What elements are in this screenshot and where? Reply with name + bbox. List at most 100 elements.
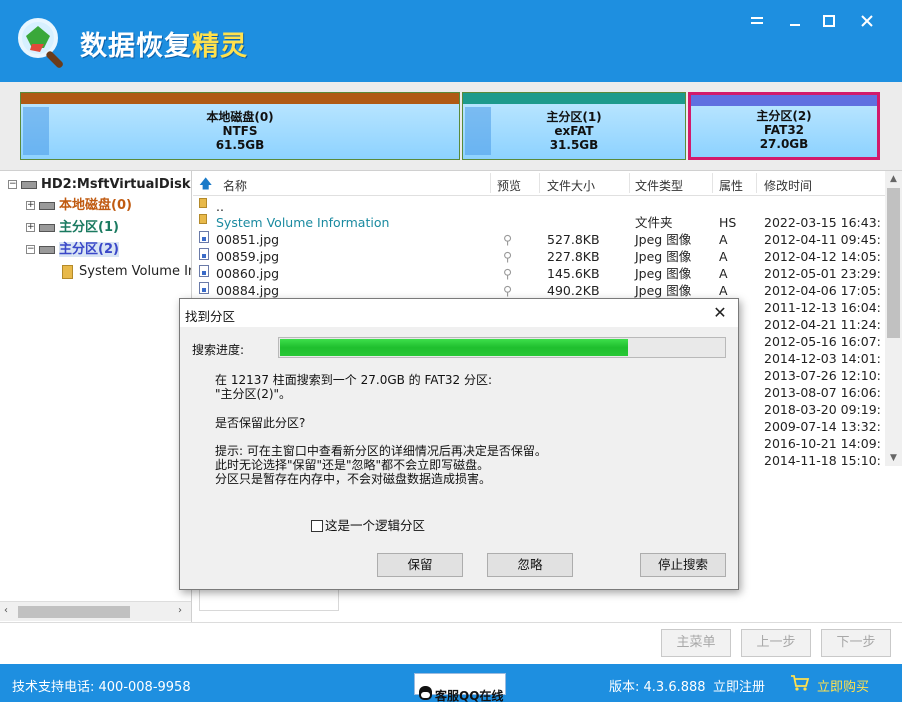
dialog-close-icon[interactable]: ✕ <box>710 303 730 323</box>
title-bar: 数据恢复精灵 <box>0 0 902 82</box>
scroll-right-icon[interactable]: › <box>178 605 182 616</box>
partition-label: 本地磁盘(0) NTFS 61.5GB <box>206 110 274 152</box>
file-mtime: 2018-03-20 09:19: <box>764 402 881 417</box>
keep-button[interactable]: 保留 <box>377 553 463 577</box>
file-size: 527.8KB <box>547 232 600 247</box>
partition-local-disk-0[interactable]: 本地磁盘(0) NTFS 61.5GB <box>20 92 460 160</box>
maximize-icon[interactable] <box>818 10 840 32</box>
main-menu-button[interactable]: 主菜单 <box>661 629 731 657</box>
file-list-vertical-scrollbar[interactable]: ▲ ▼ <box>885 171 902 466</box>
scroll-up-icon[interactable]: ▲ <box>885 171 902 187</box>
column-separator <box>490 173 491 193</box>
tree-item-label: 主分区(2) <box>59 242 119 257</box>
status-bar: 技术支持电话: 400-008-9958 客服QQ在线 版本: 4.3.6.88… <box>0 664 902 702</box>
dialog-title: 找到分区 <box>185 309 236 324</box>
file-size: 145.6KB <box>547 266 600 281</box>
partition-label: 主分区(2) FAT32 27.0GB <box>756 109 812 151</box>
scroll-left-icon[interactable]: ‹ <box>4 605 8 616</box>
file-name: 00851.jpg <box>216 232 280 247</box>
buy-now-link[interactable]: 立即购买 <box>817 676 869 695</box>
checkbox-box[interactable] <box>311 520 323 532</box>
header-preview[interactable]: 预览 <box>497 177 521 194</box>
close-icon[interactable] <box>856 10 878 32</box>
tree-horizontal-scrollbar[interactable]: ‹ › <box>0 601 191 621</box>
preview-magnifier-icon[interactable]: ⚲ <box>503 231 512 248</box>
file-type: 文件夹 <box>635 215 673 230</box>
version-label: 版本: 4.3.6.888 <box>609 680 706 695</box>
scroll-down-icon[interactable]: ▼ <box>885 450 902 466</box>
file-mtime: 2014-11-18 15:10: <box>764 453 881 468</box>
file-mtime: 2013-07-26 12:10: <box>764 368 881 383</box>
restore-icon[interactable] <box>784 10 806 32</box>
tree-item-primary-1[interactable]: + 主分区(1) <box>26 218 119 238</box>
expand-icon[interactable]: + <box>26 201 35 210</box>
tree-item-system-volume[interactable]: System Volume In <box>62 262 192 282</box>
file-mtime: 2011-12-13 16:04: <box>764 300 881 315</box>
file-attr: A <box>719 232 728 247</box>
file-mtime: 2012-04-11 09:45: <box>764 232 881 247</box>
list-item[interactable]: 00884.jpg ⚲ 490.2KB Jpeg 图像 A 2012-04-06… <box>193 282 885 299</box>
column-separator <box>756 173 757 193</box>
header-name[interactable]: 名称 <box>223 177 247 194</box>
file-type: Jpeg 图像 <box>635 232 692 247</box>
file-size: 490.2KB <box>547 283 600 298</box>
stop-search-button[interactable]: 停止搜索 <box>640 553 726 577</box>
file-type: Jpeg 图像 <box>635 283 692 298</box>
preview-magnifier-icon[interactable]: ⚲ <box>503 265 512 282</box>
shopping-cart-icon[interactable] <box>790 674 810 692</box>
file-mtime: 2014-12-03 14:01: <box>764 351 881 366</box>
file-name: 00884.jpg <box>216 283 280 298</box>
header-size[interactable]: 文件大小 <box>547 177 595 194</box>
ignore-button[interactable]: 忽略 <box>487 553 573 577</box>
list-item-parent[interactable]: .. <box>193 198 885 215</box>
tree-disk[interactable]: − HD2:MsftVirtualDisk(1 <box>8 175 191 195</box>
collapse-icon[interactable]: − <box>26 245 35 254</box>
up-arrow-icon[interactable]: 🡅 <box>199 175 212 197</box>
search-progress-bar <box>278 337 726 358</box>
preview-magnifier-icon[interactable]: ⚲ <box>503 248 512 265</box>
header-type[interactable]: 文件类型 <box>635 177 683 194</box>
list-item[interactable]: 00859.jpg ⚲ 227.8KB Jpeg 图像 A 2012-04-12… <box>193 248 885 265</box>
tree-item-local-disk-0[interactable]: + 本地磁盘(0) <box>26 196 132 216</box>
wizard-nav: 主菜单 上一步 下一步 <box>0 622 902 664</box>
logical-partition-checkbox[interactable]: 这是一个逻辑分区 <box>311 515 425 534</box>
checkbox-label: 这是一个逻辑分区 <box>325 518 426 533</box>
expand-icon[interactable]: + <box>26 223 35 232</box>
file-attr: A <box>719 249 728 264</box>
image-file-icon <box>199 248 209 260</box>
hint-line: 提示: 可在主窗口中查看新分区的详细情况后再决定是否保留。 <box>215 444 547 458</box>
file-mtime: 2012-04-21 11:24: <box>764 317 881 332</box>
next-step-button[interactable]: 下一步 <box>821 629 891 657</box>
minimize-icon[interactable] <box>746 10 768 32</box>
file-mtime: 2022-03-15 16:43: <box>764 215 881 230</box>
hint-line: 分区只是暂存在内存中，不会对磁盘数据造成损害。 <box>215 472 492 486</box>
partition-primary-2[interactable]: 主分区(2) FAT32 27.0GB <box>688 92 880 160</box>
qq-support-label: 客服QQ在线 <box>435 689 504 702</box>
progress-fill <box>280 339 628 356</box>
file-attr: A <box>719 283 728 298</box>
file-mtime: 2009-07-14 13:32: <box>764 419 881 434</box>
file-size: 227.8KB <box>547 249 600 264</box>
partition-primary-1[interactable]: 主分区(1) exFAT 31.5GB <box>462 92 686 160</box>
register-link[interactable]: 立即注册 <box>713 676 765 695</box>
tree-item-primary-2[interactable]: − 主分区(2) <box>26 240 119 260</box>
hard-disk-icon <box>21 180 37 189</box>
scroll-thumb[interactable] <box>887 188 900 338</box>
collapse-icon[interactable]: − <box>8 180 17 189</box>
list-item[interactable]: 00860.jpg ⚲ 145.6KB Jpeg 图像 A 2012-05-01… <box>193 265 885 282</box>
header-attr[interactable]: 属性 <box>719 177 743 194</box>
header-mtime[interactable]: 修改时间 <box>764 177 812 194</box>
file-list-header: 🡅 名称 预览 文件大小 文件类型 属性 修改时间 <box>193 171 885 196</box>
scroll-thumb[interactable] <box>18 606 130 618</box>
list-item[interactable]: System Volume Information 文件夹 HS 2022-03… <box>193 214 885 231</box>
file-mtime: 2016-10-21 14:09: <box>764 436 881 451</box>
preview-magnifier-icon[interactable]: ⚲ <box>503 282 512 299</box>
file-type: Jpeg 图像 <box>635 266 692 281</box>
column-separator <box>629 173 630 193</box>
progress-label: 搜索进度: <box>192 343 245 357</box>
app-title: 数据恢复精灵 <box>80 31 248 62</box>
list-item[interactable]: 00851.jpg ⚲ 527.8KB Jpeg 图像 A 2012-04-11… <box>193 231 885 248</box>
qq-support-button[interactable]: 客服QQ在线 <box>414 673 506 702</box>
prev-step-button[interactable]: 上一步 <box>741 629 811 657</box>
tree-item-label: System Volume In <box>79 264 192 279</box>
